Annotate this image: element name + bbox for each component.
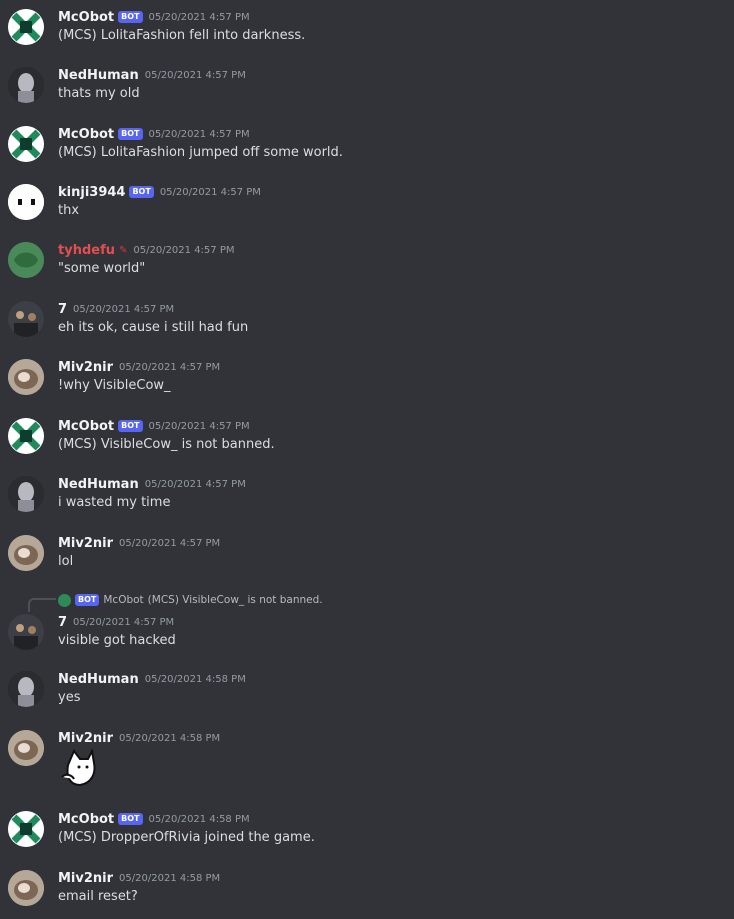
nedhuman-avatar[interactable]: [8, 476, 44, 512]
message-text: "some world": [58, 261, 146, 276]
seven-avatar[interactable]: [8, 301, 44, 337]
message-item[interactable]: Miv2nir 05/20/2021 4:58 PM email reset?: [0, 861, 734, 917]
bot-badge: BOT: [118, 11, 143, 23]
message-text: (MCS) LolitaFashion fell into darkness.: [58, 28, 306, 43]
mcobot-avatar[interactable]: [8, 126, 44, 162]
message-item[interactable]: McObot BOT 05/20/2021 4:57 PM (MCS) Visibl…: [0, 409, 734, 465]
message-item[interactable]: tyhdefu ✎ 05/20/2021 4:57 PM "some world": [0, 233, 734, 289]
message-text: (MCS) LolitaFashion jumped off some worl…: [58, 145, 343, 160]
bot-badge: BOT: [129, 186, 154, 198]
message-text: thx: [58, 203, 80, 218]
message-item[interactable]: McObot BOT 05/20/2021 4:57 PM (MCS) Lolita…: [0, 117, 734, 173]
message-timestamp: 05/20/2021 4:57 PM: [119, 537, 221, 549]
bot-badge: BOT: [118, 813, 143, 825]
message-item[interactable]: NedHuman 05/20/2021 4:58 PM yes: [0, 662, 734, 718]
message-timestamp: 05/20/2021 4:57 PM: [144, 478, 246, 490]
bot-badge: BOT: [118, 420, 143, 432]
kinji-avatar[interactable]: [8, 184, 44, 220]
message-text: !why VisibleCow_: [58, 378, 171, 393]
message-timestamp: 05/20/2021 4:57 PM: [148, 420, 250, 432]
message-author[interactable]: NedHuman: [58, 68, 139, 83]
bot-badge: BOT: [118, 128, 143, 140]
message-timestamp: 05/20/2021 4:58 PM: [144, 673, 246, 685]
seven-avatar[interactable]: [8, 614, 44, 650]
message-author[interactable]: Miv2nir: [58, 360, 113, 375]
message-author[interactable]: Miv2nir: [58, 871, 113, 886]
message-item[interactable]: Miv2nir 05/20/2021 4:57 PM lol: [0, 526, 734, 582]
message-author[interactable]: McObot: [58, 419, 114, 434]
message-text: email reset?: [58, 889, 138, 904]
message-item[interactable]: McObot BOT 05/20/2021 4:58 PM (MCS) Droppe…: [0, 802, 734, 858]
message-author[interactable]: 7: [58, 302, 67, 317]
chat-message-list: McObot BOT 05/20/2021 4:57 PM (MCS) Lolita…: [0, 0, 734, 919]
miv2nir-avatar[interactable]: [8, 730, 44, 766]
message-timestamp: 05/20/2021 4:57 PM: [148, 128, 250, 140]
message-timestamp: 05/20/2021 4:57 PM: [119, 361, 221, 373]
mcobot-avatar[interactable]: [8, 418, 44, 454]
message-timestamp: 05/20/2021 4:57 PM: [73, 303, 175, 315]
miv2nir-avatar[interactable]: [8, 870, 44, 906]
message-item[interactable]: NedHuman 05/20/2021 4:57 PM i wasted my t…: [0, 467, 734, 523]
miv2nir-avatar[interactable]: [8, 535, 44, 571]
message-author[interactable]: McObot: [58, 812, 114, 827]
tyhdefu-avatar[interactable]: [8, 242, 44, 278]
mcobot-avatar[interactable]: [8, 9, 44, 45]
mcobot-avatar[interactable]: [8, 811, 44, 847]
nedhuman-avatar[interactable]: [8, 671, 44, 707]
message-author[interactable]: kinji3944: [58, 185, 125, 200]
pencil-icon: ✎: [118, 244, 128, 256]
message-author[interactable]: McObot: [58, 127, 114, 142]
message-timestamp: 05/20/2021 4:57 PM: [148, 11, 250, 23]
message-timestamp: 05/20/2021 4:57 PM: [159, 186, 261, 198]
message-text: thats my old: [58, 86, 140, 101]
message-text: i wasted my time: [58, 495, 171, 510]
message-item[interactable]: Miv2nir 05/20/2021 4:58 PM: [0, 721, 734, 801]
message-item[interactable]: 7 05/20/2021 4:57 PM visible got hacked: [0, 605, 734, 661]
message-item[interactable]: kinji3944 BOT 05/20/2021 4:57 PM thx: [0, 175, 734, 231]
message-author[interactable]: Miv2nir: [58, 536, 113, 551]
message-item[interactable]: NedHuman 05/20/2021 4:57 PM thats my old: [0, 58, 734, 114]
thinking-cat-emoji[interactable]: [58, 747, 102, 789]
message-timestamp: 05/20/2021 4:57 PM: [144, 69, 246, 81]
message-text: eh its ok, cause i still had fun: [58, 320, 249, 335]
message-author[interactable]: 7: [58, 615, 67, 630]
message-text: (MCS) DropperOfRivia joined the game.: [58, 830, 315, 845]
message-author[interactable]: McObot: [58, 10, 114, 25]
message-text: yes: [58, 690, 81, 705]
message-author[interactable]: NedHuman: [58, 672, 139, 687]
miv2nir-avatar[interactable]: [8, 359, 44, 395]
message-item[interactable]: 7 05/20/2021 4:57 PM eh its ok, cause i s…: [0, 292, 734, 348]
message-timestamp: 05/20/2021 4:58 PM: [148, 813, 250, 825]
message-timestamp: 05/20/2021 4:58 PM: [119, 872, 221, 884]
nedhuman-avatar[interactable]: [8, 67, 44, 103]
message-text: lol: [58, 554, 74, 569]
message-author[interactable]: tyhdefu: [58, 243, 115, 258]
message-text: visible got hacked: [58, 633, 176, 648]
message-timestamp: 05/20/2021 4:57 PM: [133, 244, 235, 256]
message-timestamp: 05/20/2021 4:58 PM: [119, 732, 221, 744]
message-timestamp: 05/20/2021 4:57 PM: [73, 616, 175, 628]
message-author[interactable]: Miv2nir: [58, 731, 113, 746]
message-item[interactable]: Miv2nir 05/20/2021 4:57 PM !why VisibleCo…: [0, 350, 734, 406]
message-item[interactable]: McObot BOT 05/20/2021 4:57 PM (MCS) Lolita…: [0, 0, 734, 56]
message-author[interactable]: NedHuman: [58, 477, 139, 492]
message-text: (MCS) VisibleCow_ is not banned.: [58, 437, 275, 452]
